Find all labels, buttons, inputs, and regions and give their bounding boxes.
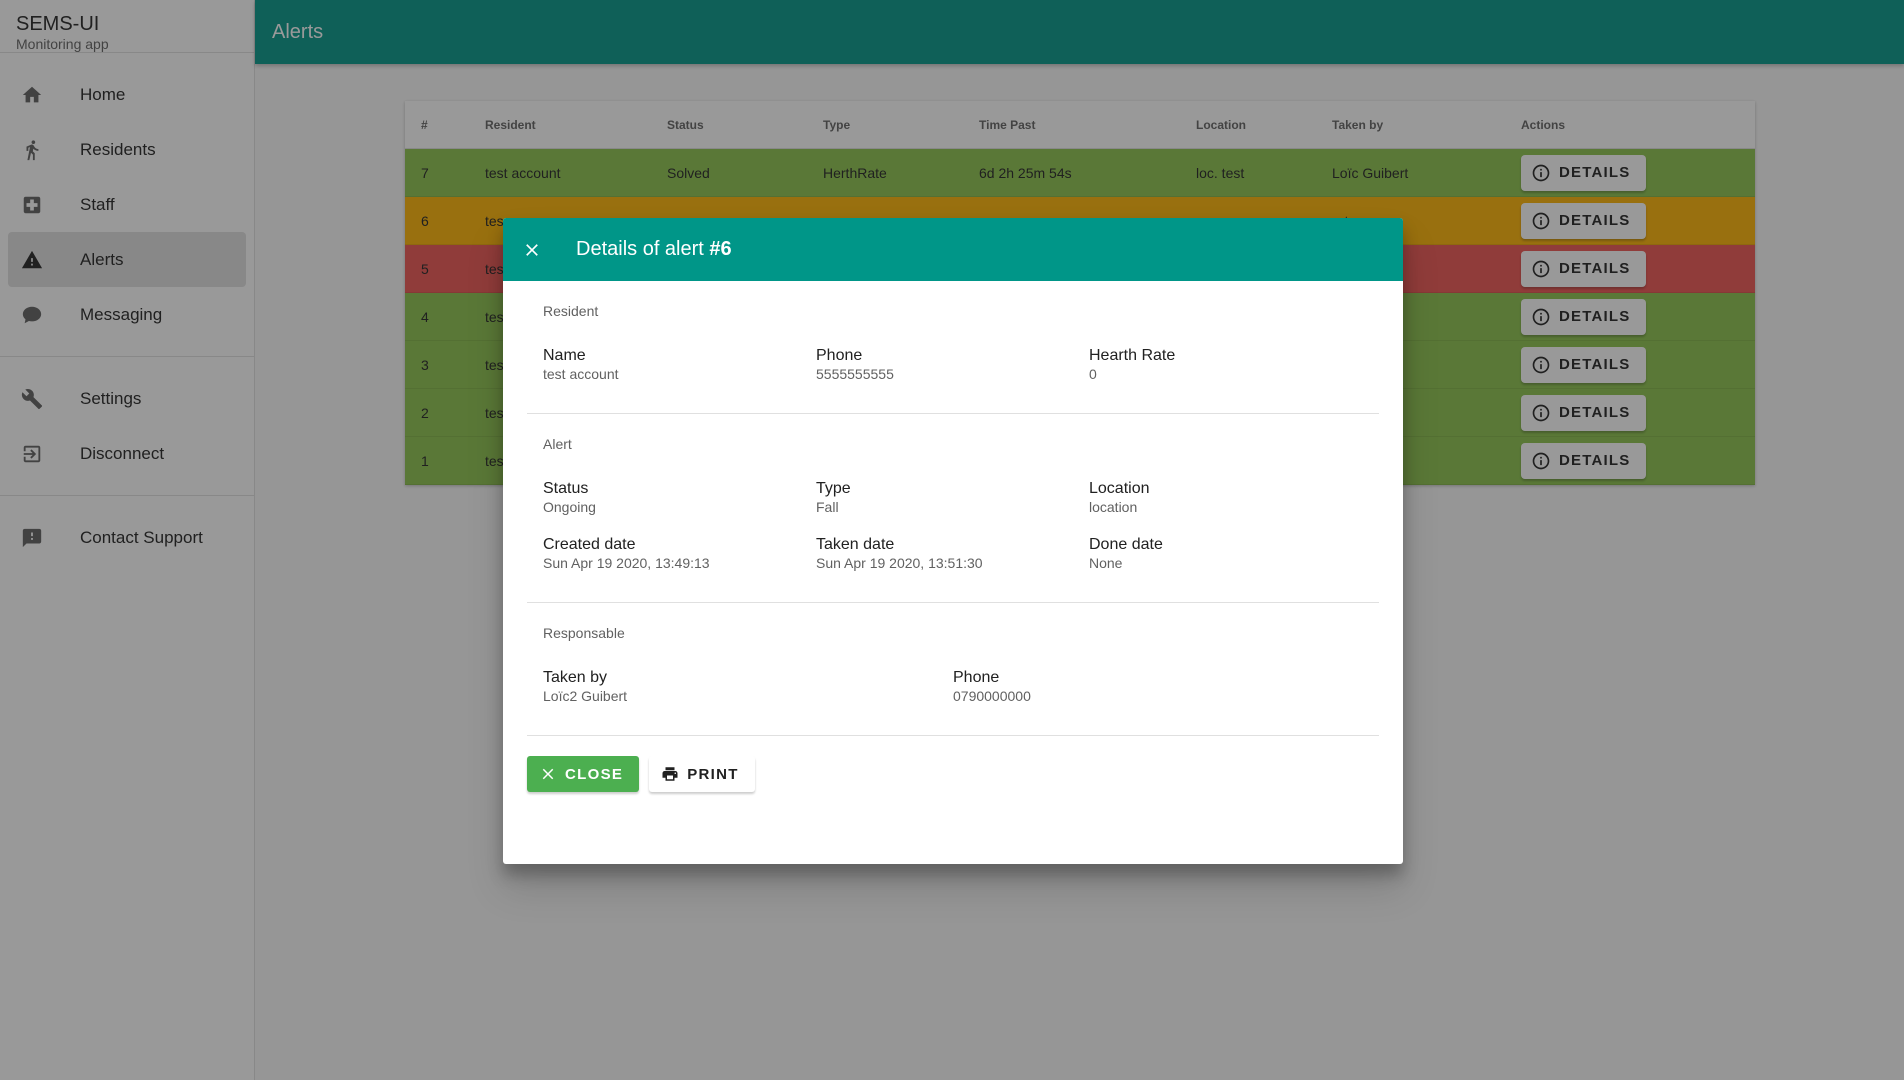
alert-done-date-field: Done date None — [1089, 536, 1362, 572]
alert-row-1: Status Ongoing Type Fall Location locati… — [543, 480, 1363, 516]
printer-icon — [662, 767, 678, 781]
dialog-actions: CLOSE PRINT — [503, 736, 1403, 812]
close-button[interactable]: CLOSE — [527, 756, 640, 792]
responsable-row: Taken by Loïc2 Guibert Phone 0790000000 — [543, 669, 1363, 705]
field-label: Name — [543, 347, 586, 364]
field-label: Taken by — [543, 669, 608, 686]
field-label: Hearth Rate — [1089, 347, 1176, 364]
section-title: Alert — [543, 436, 572, 452]
field-label: Taken date — [816, 536, 895, 553]
field-value: 0 — [1089, 366, 1097, 382]
resident-row: Name test account Phone 5555555555 Heart… — [543, 347, 1363, 383]
resident-name-field: Name test account — [543, 347, 816, 383]
field-value: Sun Apr 19 2020, 13:51:30 — [816, 555, 983, 571]
alert-status-field: Status Ongoing — [543, 480, 816, 516]
dialog-body: Resident Name test account Phone 5555555… — [503, 281, 1403, 736]
print-button-label: PRINT — [687, 765, 739, 783]
field-value: Sun Apr 19 2020, 13:49:13 — [543, 555, 710, 571]
field-label: Location — [1089, 480, 1150, 497]
field-label: Phone — [953, 669, 1000, 686]
resident-phone-field: Phone 5555555555 — [816, 347, 1089, 383]
responsable-section: Responsable Taken by Loïc2 Guibert Phone… — [527, 603, 1379, 736]
resident-section: Resident Name test account Phone 5555555… — [527, 281, 1379, 414]
dialog-title-prefix: Details of alert — [576, 238, 710, 260]
field-value: Fall — [816, 499, 839, 515]
field-value: Ongoing — [543, 499, 596, 515]
alert-location-field: Location location — [1089, 480, 1362, 516]
field-value: test account — [543, 366, 619, 382]
field-label: Type — [816, 480, 851, 497]
section-title: Responsable — [543, 625, 625, 641]
field-label: Phone — [816, 347, 863, 364]
alert-section: Alert Status Ongoing Type Fall Location … — [527, 414, 1379, 603]
alert-details-dialog: Details of alert #6 Resident Name test a… — [503, 218, 1403, 864]
alert-row-2: Created date Sun Apr 19 2020, 13:49:13 T… — [543, 536, 1363, 572]
close-icon — [542, 768, 554, 780]
field-label: Created date — [543, 536, 636, 553]
field-value: Loïc2 Guibert — [543, 688, 628, 704]
responsable-taken-by-field: Taken by Loïc2 Guibert — [543, 669, 953, 705]
field-label: Status — [543, 480, 589, 497]
section-title: Resident — [543, 303, 599, 319]
resident-heart-rate-field: Hearth Rate 0 — [1089, 347, 1362, 383]
close-button-label: CLOSE — [565, 765, 624, 783]
field-value: 5555555555 — [816, 366, 894, 382]
alert-created-date-field: Created date Sun Apr 19 2020, 13:49:13 — [543, 536, 816, 572]
alert-type-field: Type Fall — [816, 480, 1089, 516]
field-value: 0790000000 — [953, 688, 1031, 704]
close-icon[interactable] — [518, 236, 546, 264]
print-button[interactable]: PRINT — [649, 756, 755, 792]
dialog-title: Details of alert #6 — [576, 238, 732, 261]
alert-taken-date-field: Taken date Sun Apr 19 2020, 13:51:30 — [816, 536, 1089, 572]
dialog-title-alert-id: #6 — [709, 238, 732, 260]
field-value: location — [1089, 499, 1138, 515]
field-label: Done date — [1089, 536, 1163, 553]
responsable-phone-field: Phone 0790000000 — [953, 669, 1363, 705]
dialog-header: Details of alert #6 — [503, 218, 1403, 281]
field-value: None — [1089, 555, 1123, 571]
